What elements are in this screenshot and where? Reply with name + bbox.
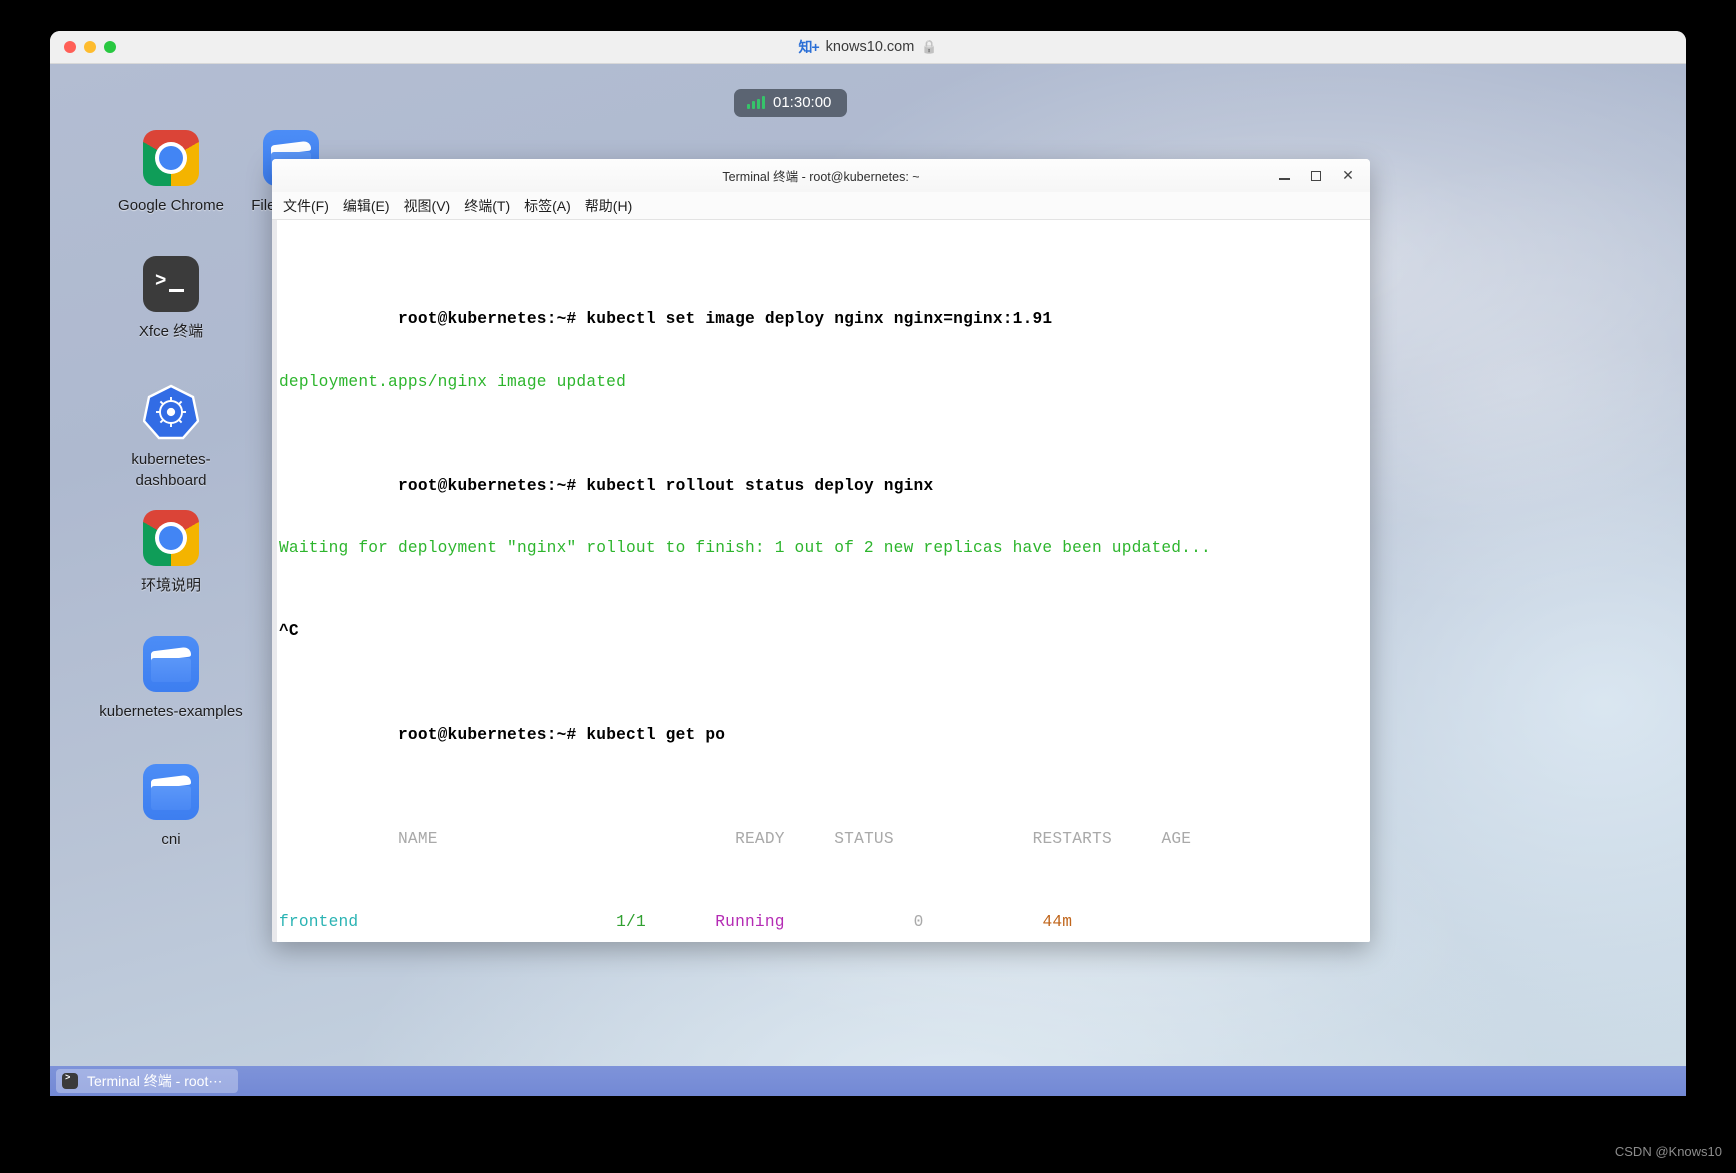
terminal-body: root@kubernetes:~# kubectl set image dep… [272,220,1370,942]
zhihu-plus-icon: 知+ [798,39,819,55]
terminal-title: Terminal 终端 - root@kubernetes: ~ [722,170,920,184]
cell-pod-name: frontend [279,913,359,932]
desktop-icon-kubernetes-examples[interactable]: kubernetes-examples [76,636,266,722]
shell-prompt: root@kubernetes:~# [397,726,587,745]
terminal-line-output: deployment.apps/nginx image updated [279,372,626,391]
col-header-status: STATUS [834,830,894,849]
lock-icon: 🔒 [921,39,938,54]
terminal-window: Terminal 终端 - root@kubernetes: ~ ✕ 文件(F)… [272,159,1370,942]
maximize-icon[interactable] [1300,163,1332,189]
col-header-ready: READY [735,830,785,849]
terminal-line-command: root@kubernetes:~# kubectl rollout statu… [279,455,1370,495]
col-header-restarts: RESTARTS [1032,830,1112,849]
terminal-menubar: 文件(F) 编辑(E) 视图(V) 终端(T) 标签(A) 帮助(H) [272,192,1370,220]
cell-pad [785,913,914,931]
close-icon[interactable]: ✕ [1332,163,1364,189]
kubernetes-icon [143,384,199,440]
terminal-line-interrupt: ^C [279,622,299,641]
taskbar: Terminal 终端 - root⋯ [50,1066,1686,1096]
desktop-icon-xfce-terminal[interactable]: Xfce 终端 [76,256,266,342]
table-row: frontend 1/1 Running 0 44m [279,912,1370,933]
desktop: 01:30:00 Google Chrome FileTransfer Xfce… [50,64,1686,1096]
desktop-icon-kubernetes-dashboard[interactable]: kubernetes-dashboard [76,384,266,491]
col-header-name: NAME [397,830,438,849]
terminal-window-controls: ✕ [1268,159,1364,192]
folder-icon [143,764,199,820]
desktop-icon-label: kubernetes-dashboard [131,451,211,489]
terminal-line-command: root@kubernetes:~# kubectl get po [279,704,1370,744]
desktop-icon-label: 环境说明 [140,577,201,594]
menu-file[interactable]: 文件(F) [276,193,336,219]
address-text: knows10.com [825,39,915,55]
chrome-icon [143,510,199,566]
menu-help[interactable]: 帮助(H) [578,193,639,219]
terminal-titlebar[interactable]: Terminal 终端 - root@kubernetes: ~ ✕ [272,159,1370,192]
taskbar-item-label: Terminal 终端 - root⋯ [87,1073,223,1089]
minimize-icon[interactable] [1268,163,1300,189]
chrome-icon [143,130,199,186]
address-bar[interactable]: 知+ knows10.com 🔒 [50,37,1686,57]
desktop-icon-label: Xfce 终端 [138,323,204,340]
cell-restarts: 0 [913,913,924,932]
cell-age: 44m [1042,913,1073,932]
session-timer-badge: 01:30:00 [734,89,848,117]
cell-pad [923,913,1042,931]
terminal-icon [62,1073,78,1089]
terminal-icon [143,256,199,312]
terminal-line-command: root@kubernetes:~# kubectl set image dep… [279,288,1370,328]
menu-tabs[interactable]: 标签(A) [517,193,578,219]
pod-table-header: NAME READY STATUS RESTARTS AGE [279,808,1370,848]
cell-pad [358,913,616,931]
folder-icon [143,636,199,692]
menu-terminal[interactable]: 终端(T) [457,193,517,219]
cell-status: Running [715,913,785,932]
menu-edit[interactable]: 编辑(E) [336,193,397,219]
watermark: CSDN @Knows10 [1614,1144,1722,1159]
desktop-icon-huanjing-shuoming[interactable]: 环境说明 [76,510,266,596]
browser-titlebar: 知+ knows10.com 🔒 [50,31,1686,64]
cell-pad [646,913,715,931]
taskbar-item-terminal[interactable]: Terminal 终端 - root⋯ [56,1069,239,1093]
shell-prompt: root@kubernetes:~# [397,310,587,329]
desktop-icon-label: kubernetes-examples [99,703,243,720]
terminal-screen[interactable]: root@kubernetes:~# kubectl set image dep… [277,220,1370,942]
command-text: kubectl rollout status deploy nginx [586,476,934,495]
col-header-age: AGE [1161,830,1192,849]
command-text: kubectl set image deploy nginx nginx=ngi… [586,310,1053,329]
desktop-icon-label: cni [161,831,181,848]
command-text: kubectl get po [586,726,726,745]
desktop-icon-cni[interactable]: cni [76,764,266,850]
cell-ready: 1/1 [616,913,646,932]
shell-prompt: root@kubernetes:~# [397,476,587,495]
timer-value: 01:30:00 [773,94,832,111]
terminal-line-output: Waiting for deployment "nginx" rollout t… [279,538,1211,557]
signal-bars-icon [747,96,765,109]
browser-window: 知+ knows10.com 🔒 01:30:00 Google Chrome … [50,31,1686,1096]
menu-view[interactable]: 视图(V) [397,193,458,219]
